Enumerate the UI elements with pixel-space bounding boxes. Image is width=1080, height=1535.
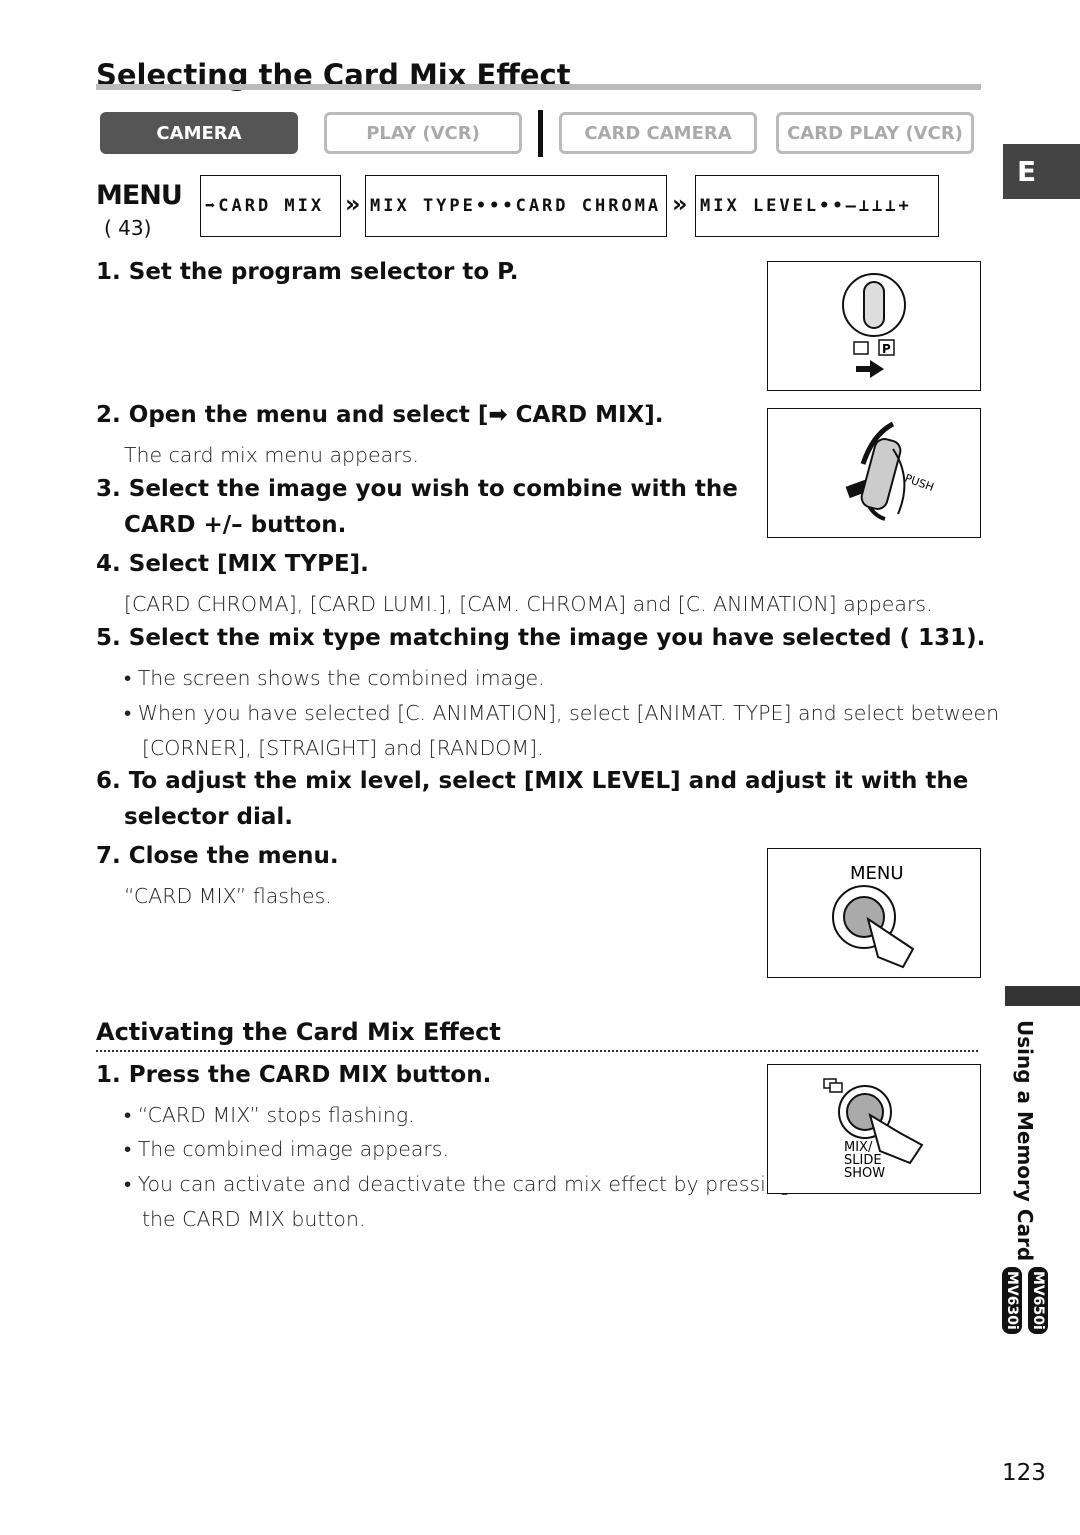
mode-camera: CAMERA — [100, 112, 298, 154]
activate-bullet: • “CARD MIX” stops flashing. — [124, 1103, 415, 1127]
card-mix-button-illustration: MIX/SLIDE SHOW — [767, 1064, 981, 1194]
activate-bullet-cont: the CARD MIX button. — [142, 1207, 366, 1231]
step-2-note: The card mix menu appears. — [124, 443, 419, 467]
step-6: 6. To adjust the mix level, select [MIX … — [96, 768, 969, 794]
language-tab: E — [1003, 144, 1080, 199]
manual-page: Selecting the Card Mix Effect CAMERA PLA… — [0, 0, 1080, 1535]
chevron-right-icon: » — [672, 190, 688, 218]
section-title: Using a Memory Card — [1013, 1020, 1037, 1262]
show-label: SHOW — [844, 1166, 885, 1181]
mode-play-vcr: PLAY (VCR) — [324, 112, 522, 154]
dotted-rule — [96, 1050, 978, 1052]
push-label: PUSH — [903, 472, 936, 494]
mode-separator — [538, 110, 543, 157]
menu-mix-type: MIX TYPE•••CARD CHROMA — [365, 175, 667, 237]
activate-step-1: 1. Press the CARD MIX button. — [96, 1062, 492, 1088]
section-heading: Activating the Card Mix Effect — [96, 1018, 501, 1046]
step-7: 7. Close the menu. — [96, 843, 339, 869]
svg-text:P: P — [882, 342, 891, 356]
step-5: 5. Select the mix type matching the imag… — [96, 625, 986, 651]
step-3-cont: CARD +/– button. — [124, 512, 347, 538]
model-badge: MV650i — [1028, 1267, 1048, 1335]
section-bar — [1005, 986, 1080, 1006]
menu-mix-level: MIX LEVEL••–⊥⊥⊥+ — [695, 175, 939, 237]
selector-dial-illustration: PUSH — [767, 408, 981, 538]
chevron-right-icon: » — [345, 190, 361, 218]
step-5-bullet: • When you have selected [C. ANIMATION],… — [124, 701, 1000, 725]
program-selector-illustration: P — [767, 261, 981, 391]
step-7-note: “CARD MIX” flashes. — [124, 884, 332, 908]
title-rule — [96, 84, 981, 90]
step-3: 3. Select the image you wish to combine … — [96, 476, 738, 502]
section-label: Using a Memory Card MV650i MV630i — [1002, 1020, 1048, 1335]
mode-card-camera: CARD CAMERA — [559, 112, 757, 154]
menu-button-illustration: MENU — [767, 848, 981, 978]
page-number: 123 — [1002, 1460, 1046, 1486]
menu-card-mix: ➡CARD MIX — [200, 175, 341, 237]
step-1: 1. Set the program selector to P. — [96, 259, 519, 285]
step-4: 4. Select [MIX TYPE]. — [96, 551, 369, 577]
model-badge: MV630i — [1002, 1267, 1022, 1335]
mode-card-play-vcr: CARD PLAY (VCR) — [776, 112, 974, 154]
step-4-note: [CARD CHROMA], [CARD LUMI.], [CAM. CHROM… — [124, 592, 933, 616]
step-5-bullet-cont: [CORNER], [STRAIGHT] and [RANDOM]. — [142, 736, 544, 760]
step-5-bullet: • The screen shows the combined image. — [124, 666, 545, 690]
activate-bullet: • You can activate and deactivate the ca… — [124, 1172, 792, 1196]
menu-button-label: MENU — [850, 863, 904, 884]
step-2: 2. Open the menu and select [➡ CARD MIX]… — [96, 402, 664, 428]
activate-bullet: • The combined image appears. — [124, 1137, 450, 1161]
menu-page-ref: ( 43) — [104, 216, 152, 240]
step-6-cont: selector dial. — [124, 804, 294, 830]
menu-logo: MENU — [96, 180, 183, 211]
